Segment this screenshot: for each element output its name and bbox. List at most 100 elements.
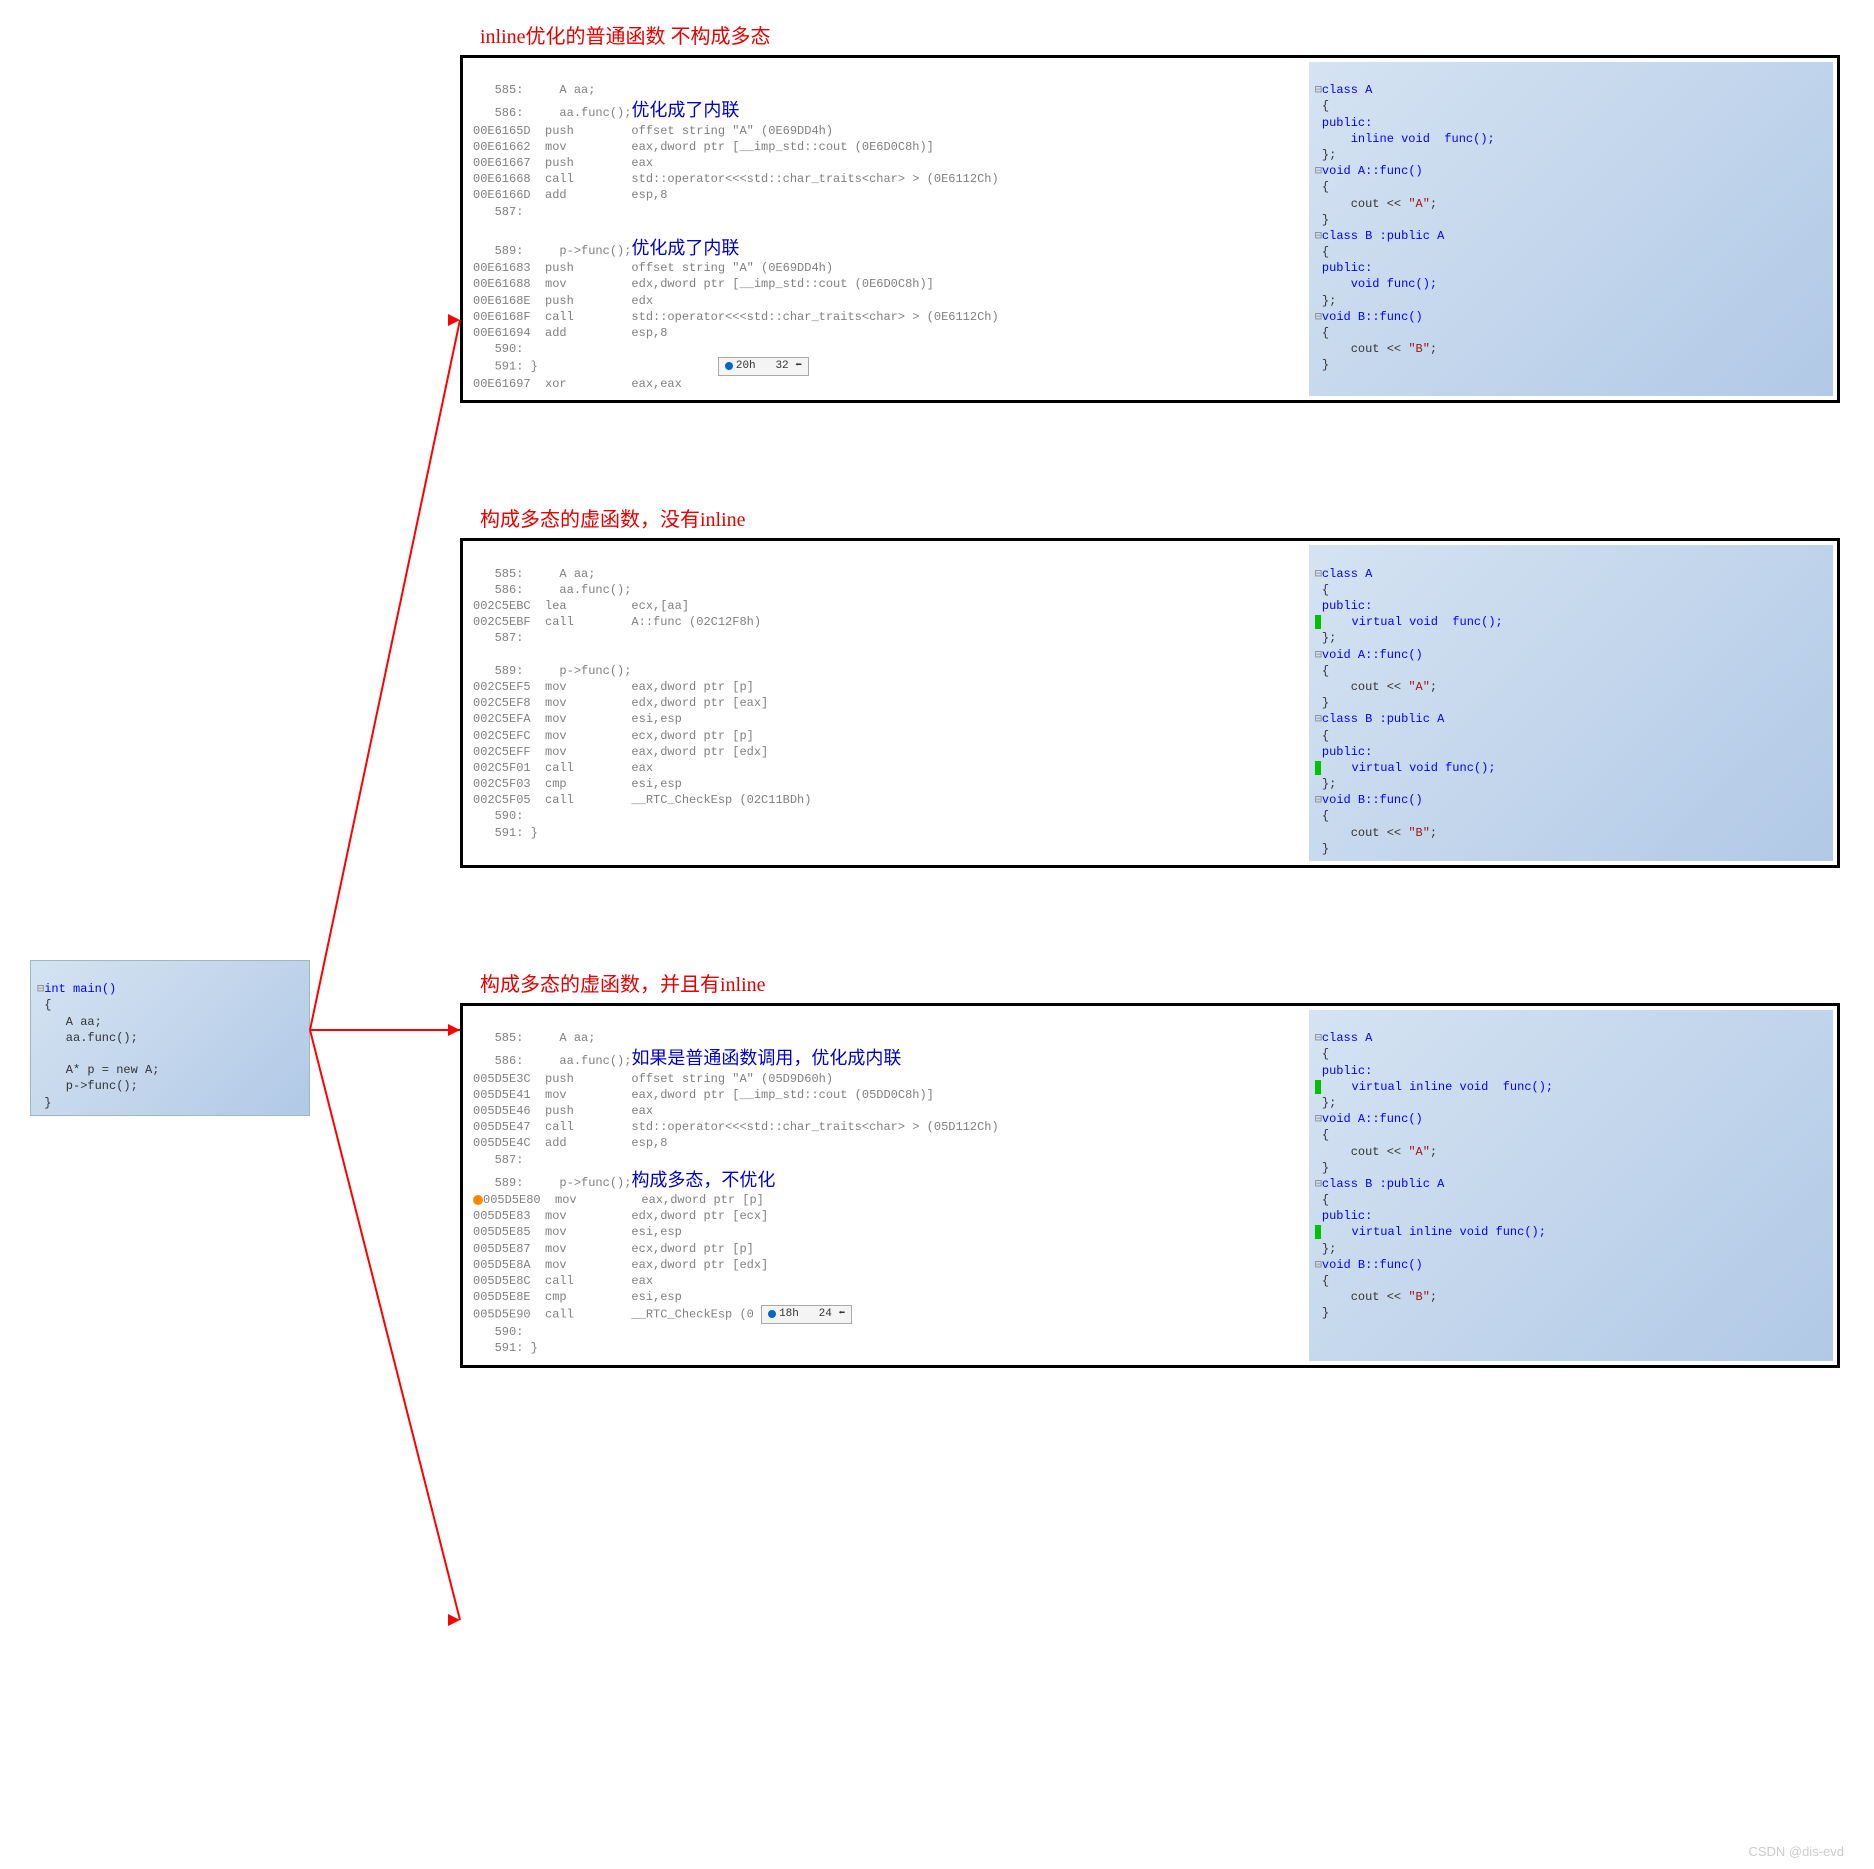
breakpoint-icon[interactable]	[473, 1195, 483, 1205]
p3-badge[interactable]: 18h 24 ⬅	[761, 1305, 852, 1324]
p3-src-l6: void A::func()	[1322, 1112, 1423, 1126]
p2-asm-l6: 589: p->func();	[473, 664, 631, 678]
p2-src-l4: virtual void func();	[1323, 615, 1503, 629]
p1-badge[interactable]: 20h 32 ⬅	[718, 357, 809, 376]
panel3-src: ⊟class A { public: virtual inline void f…	[1309, 1010, 1833, 1361]
p1-asm-l10: 00E61683 push offset string "A" (0E69DD4…	[473, 261, 833, 275]
watermark: CSDN @dis-evd	[1748, 1844, 1844, 1859]
panel1-asm: 585: A aa; 586: aa.func();优化成了内联 00E6165…	[467, 62, 1299, 396]
p3-asm-l2: 586: aa.func();	[473, 1054, 631, 1068]
p3-asm-l12: 005D5E85 mov esi,esp	[473, 1225, 682, 1239]
p2-asm-l3: 002C5EBC lea ecx,[aa]	[473, 599, 689, 613]
p2-src-l5: };	[1322, 631, 1336, 645]
p2-asm-l16: 591: }	[473, 826, 538, 840]
p1-asm-l1: 585: A aa;	[473, 83, 595, 97]
p3-src-l13: virtual inline void func();	[1323, 1225, 1546, 1239]
p1-asm-l6: 00E61668 call std::operator<<<std::char_…	[473, 172, 999, 186]
panel2-asm: 585: A aa; 586: aa.func(); 002C5EBC lea …	[467, 545, 1299, 861]
p1-src-l13: void func();	[1322, 277, 1437, 291]
p1-asm-l8: 587:	[473, 205, 523, 219]
p2-src-l3: public:	[1322, 599, 1372, 613]
p3-src-l5: };	[1322, 1096, 1336, 1110]
p1-badge-text: 20h 32	[736, 360, 789, 372]
p3-src-l3: public:	[1322, 1064, 1372, 1078]
p1-asm-l17: 00E61697 xor eax,eax	[473, 377, 682, 391]
p2-asm-l7: 002C5EF5 mov eax,dword ptr [p]	[473, 680, 754, 694]
p2-asm-l10: 002C5EFC mov ecx,dword ptr [p]	[473, 729, 754, 743]
p1-asm-l9: 589: p->func();	[473, 244, 631, 258]
p3-src-l4: virtual inline void func();	[1323, 1080, 1553, 1094]
main-line-8: }	[44, 1096, 51, 1110]
main-line-7: p->func();	[37, 1079, 138, 1093]
p3-asm-l13: 005D5E87 mov ecx,dword ptr [p]	[473, 1242, 754, 1256]
p3-src-l11: {	[1322, 1193, 1329, 1207]
main-line-6: A* p = new A;	[37, 1063, 159, 1077]
p1-src-l5: };	[1322, 148, 1336, 162]
panel2-src: ⊟class A { public: virtual void func(); …	[1309, 545, 1833, 861]
p1-src-l2: {	[1322, 99, 1329, 113]
p1-src-l7: {	[1322, 180, 1329, 194]
p1-asm-l7: 00E6166D add esp,8	[473, 188, 667, 202]
p2-src-l18: }	[1322, 842, 1329, 856]
p1-asm-l15: 590:	[473, 342, 523, 356]
p1-src-l12: public:	[1322, 261, 1372, 275]
p3-asm-l8: 587:	[473, 1153, 523, 1167]
panel3-asm: 585: A aa; 586: aa.func();如果是普通函数调用，优化成内…	[467, 1010, 1299, 1361]
p2-src-l7: {	[1322, 664, 1329, 678]
panel1-src: ⊟class A { public: inline void func(); }…	[1309, 62, 1833, 396]
p1-src-l9: }	[1322, 213, 1329, 227]
green-marker-icon	[1315, 761, 1321, 775]
p2-src-l9: }	[1322, 696, 1329, 710]
p3-src-l9: }	[1322, 1161, 1329, 1175]
p2-src-l1: class A	[1322, 567, 1372, 581]
p3-asm-l16: 005D5E8E cmp esi,esp	[473, 1290, 682, 1304]
p1-asm-l2: 586: aa.func();	[473, 106, 631, 120]
p2-src-l10: class B :public A	[1322, 712, 1444, 726]
p1-asm-l12: 00E6168E push edx	[473, 294, 653, 308]
p2-asm-l1: 585: A aa;	[473, 567, 595, 581]
p3-asm-l3: 005D5E3C push offset string "A" (05D9D60…	[473, 1072, 833, 1086]
panel3: 585: A aa; 586: aa.func();如果是普通函数调用，优化成内…	[460, 1003, 1840, 1368]
p1-asm-l5: 00E61667 push eax	[473, 156, 653, 170]
p1-src-l4: inline void func();	[1322, 132, 1495, 146]
p1-annotation-1: 优化成了内联	[631, 100, 739, 120]
p3-asm-l14: 005D5E8A mov eax,dword ptr [edx]	[473, 1258, 768, 1272]
p1-src-l6: void A::func()	[1322, 164, 1423, 178]
p3-asm-l1: 585: A aa;	[473, 1031, 595, 1045]
p3-annotation-2: 构成多态，不优化	[631, 1170, 775, 1190]
p2-asm-l8: 002C5EF8 mov edx,dword ptr [eax]	[473, 696, 768, 710]
p3-asm-l10: 005D5E80 mov eax,dword ptr [p]	[483, 1193, 764, 1207]
panel1-title: inline优化的普通函数 不构成多态	[480, 20, 1840, 49]
p2-asm-l4: 002C5EBF call A::func (02C12F8h)	[473, 615, 761, 629]
p1-src-l16: {	[1322, 326, 1329, 340]
p2-asm-l15: 590:	[473, 809, 523, 823]
p2-src-l15: void B::func()	[1322, 793, 1423, 807]
p1-asm-l3: 00E6165D push offset string "A" (0E69DD4…	[473, 124, 833, 138]
p2-src-l6: void A::func()	[1322, 648, 1423, 662]
p1-asm-l14: 00E61694 add esp,8	[473, 326, 667, 340]
p1-src-l15: void B::func()	[1322, 310, 1423, 324]
p1-asm-l4: 00E61662 mov eax,dword ptr [__imp_std::c…	[473, 140, 934, 154]
p3-badge-text: 18h 24	[779, 1308, 832, 1320]
main-line-2: {	[44, 998, 51, 1012]
main-line-1: int main()	[44, 982, 116, 996]
main-line-4: aa.func();	[37, 1031, 138, 1045]
p2-asm-l5: 587:	[473, 631, 523, 645]
p3-asm-l19: 591: }	[473, 1341, 538, 1355]
panel1: 585: A aa; 586: aa.func();优化成了内联 00E6165…	[460, 55, 1840, 403]
p3-src-l12: public:	[1322, 1209, 1372, 1223]
p2-asm-l14: 002C5F05 call __RTC_CheckEsp (02C11BDh)	[473, 793, 811, 807]
p3-asm-l5: 005D5E46 push eax	[473, 1104, 653, 1118]
panel2: 585: A aa; 586: aa.func(); 002C5EBC lea …	[460, 538, 1840, 868]
green-marker-icon	[1315, 615, 1321, 629]
main-source-code: ⊟int main() { A aa; aa.func(); A* p = ne…	[30, 960, 310, 1116]
p2-src-l13: virtual void func();	[1323, 761, 1496, 775]
p1-asm-l13: 00E6168F call std::operator<<<std::char_…	[473, 310, 999, 324]
p1-src-l18: }	[1322, 358, 1329, 372]
p3-asm-l11: 005D5E83 mov edx,dword ptr [ecx]	[473, 1209, 768, 1223]
main-source-panel: ⊟int main() { A aa; aa.func(); A* p = ne…	[30, 960, 310, 1116]
p1-src-l1: class A	[1322, 83, 1372, 97]
p3-asm-l18: 590:	[473, 1325, 523, 1339]
green-marker-icon	[1315, 1080, 1321, 1094]
p3-src-l18: }	[1322, 1306, 1329, 1320]
